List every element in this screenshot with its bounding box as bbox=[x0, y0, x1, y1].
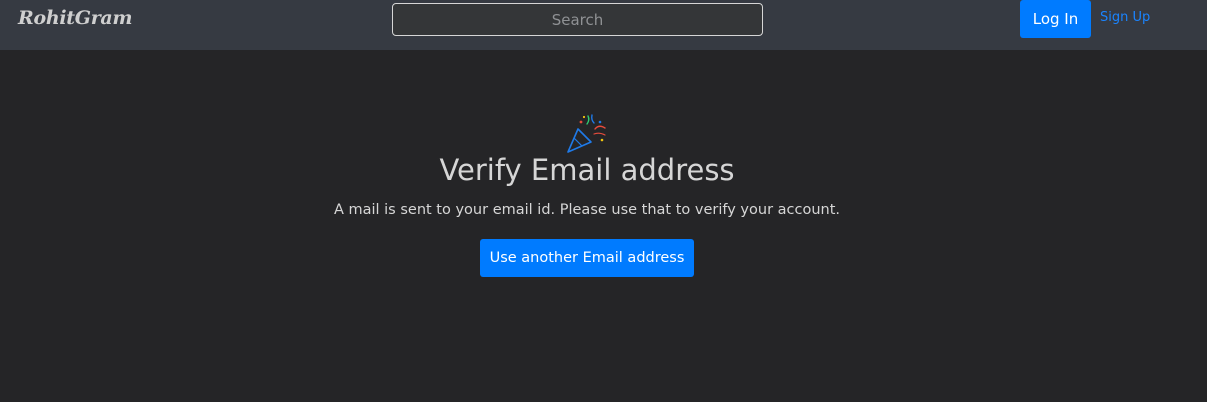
search-input[interactable] bbox=[392, 3, 763, 36]
signup-link[interactable]: Sign Up bbox=[1100, 10, 1150, 25]
use-another-email-button[interactable]: Use another Email address bbox=[480, 239, 694, 277]
party-popper-icon bbox=[567, 114, 606, 153]
page-title: Verify Email address bbox=[439, 153, 735, 187]
navbar: RohitGram Log In Sign Up bbox=[0, 0, 1207, 50]
verification-message: A mail is sent to your email id. Please … bbox=[333, 202, 841, 218]
login-button[interactable]: Log In bbox=[1020, 0, 1091, 38]
brand-logo[interactable]: RohitGram bbox=[18, 7, 133, 29]
